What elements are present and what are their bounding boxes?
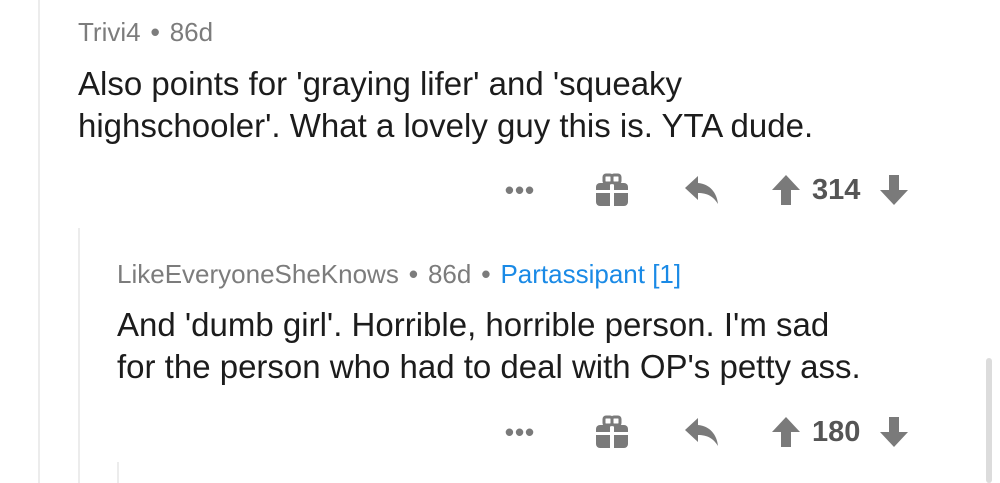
comment-body-line: highschooler'. What a lovely guy this is… — [78, 107, 814, 144]
meta-separator: • — [408, 259, 418, 289]
comment-trivi4: Trivi4 • 86d Also points for 'graying life… — [78, 12, 978, 147]
upvote-arrow-icon[interactable] — [770, 416, 802, 448]
comment-meta: LikeEveryoneSheKnows • 86d • Partassipant [1… — [117, 254, 977, 294]
downvote-arrow-icon[interactable] — [878, 174, 910, 206]
comment-actions: ••• 314 — [500, 168, 910, 212]
thread-line — [38, 0, 40, 483]
meta-separator: • — [150, 17, 160, 47]
comment-body: And 'dumb girl'. Horrible, horrible pers… — [117, 304, 977, 388]
scrollbar[interactable] — [986, 358, 992, 483]
more-options-icon[interactable]: ••• — [500, 175, 540, 206]
comment-body: Also points for 'graying lifer' and 'squ… — [78, 63, 978, 147]
comment-age: 86d — [427, 259, 472, 289]
comment-likeeveryonesheknows: LikeEveryoneSheKnows • 86d • Partassipant [1… — [117, 254, 977, 388]
comment-age: 86d — [169, 17, 214, 47]
more-options-icon[interactable]: ••• — [500, 417, 540, 448]
thread-line-reply — [78, 228, 80, 483]
gift-award-icon[interactable] — [592, 171, 632, 209]
vote-score: 314 — [812, 173, 861, 206]
reply-arrow-icon[interactable] — [682, 415, 722, 449]
comment-author[interactable]: LikeEveryoneSheKnows — [117, 259, 399, 289]
comment-body-line: Also points for 'graying lifer' and 'squ… — [78, 65, 683, 102]
downvote-arrow-icon[interactable] — [878, 416, 910, 448]
reply-arrow-icon[interactable] — [682, 173, 722, 207]
vote-score: 180 — [812, 415, 861, 448]
upvote-arrow-icon[interactable] — [770, 174, 802, 206]
thread-line-nested — [117, 462, 119, 483]
user-flair: Partassipant [1] — [500, 259, 682, 289]
gift-award-icon[interactable] — [592, 413, 632, 451]
comment-author[interactable]: Trivi4 — [78, 17, 141, 47]
comment-body-line: And 'dumb girl'. Horrible, horrible pers… — [117, 306, 830, 343]
meta-separator: • — [481, 259, 491, 289]
comment-meta: Trivi4 • 86d — [78, 12, 978, 52]
comment-body-line: for the person who had to deal with OP's… — [117, 348, 861, 385]
comment-actions: ••• 180 — [500, 410, 910, 454]
